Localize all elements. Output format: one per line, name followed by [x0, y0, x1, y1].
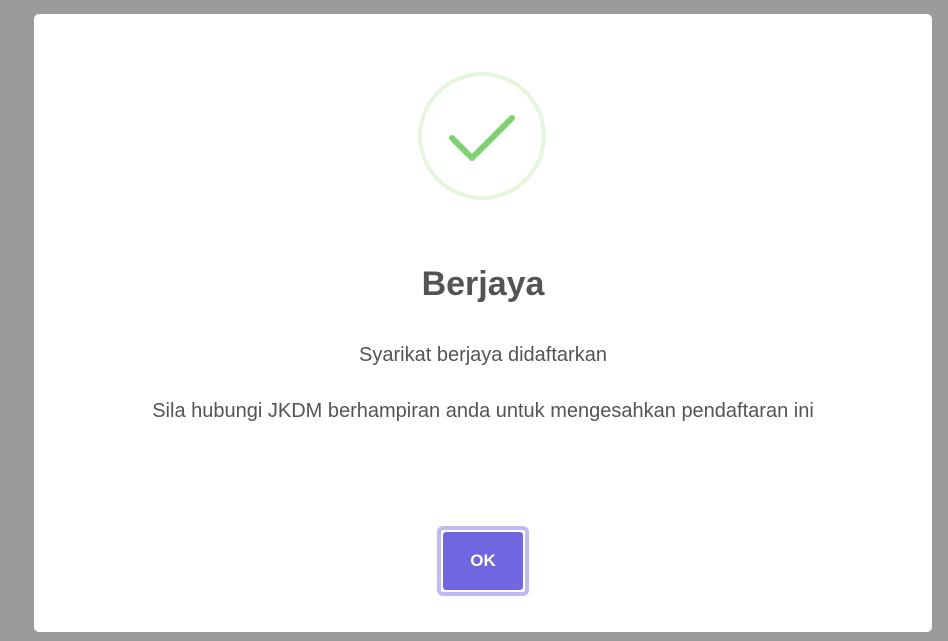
dialog-message: Syarikat berjaya didaftarkan — [359, 344, 607, 366]
success-check-icon — [418, 72, 546, 200]
dialog-title: Berjaya — [421, 265, 545, 303]
dialog-note: Sila hubungi JKDM berhampiran anda untuk… — [152, 400, 814, 422]
ok-button[interactable]: OK — [437, 526, 529, 596]
ok-button-label: OK — [443, 532, 523, 590]
success-dialog: Berjaya Syarikat berjaya didaftarkan Sil… — [34, 14, 932, 632]
